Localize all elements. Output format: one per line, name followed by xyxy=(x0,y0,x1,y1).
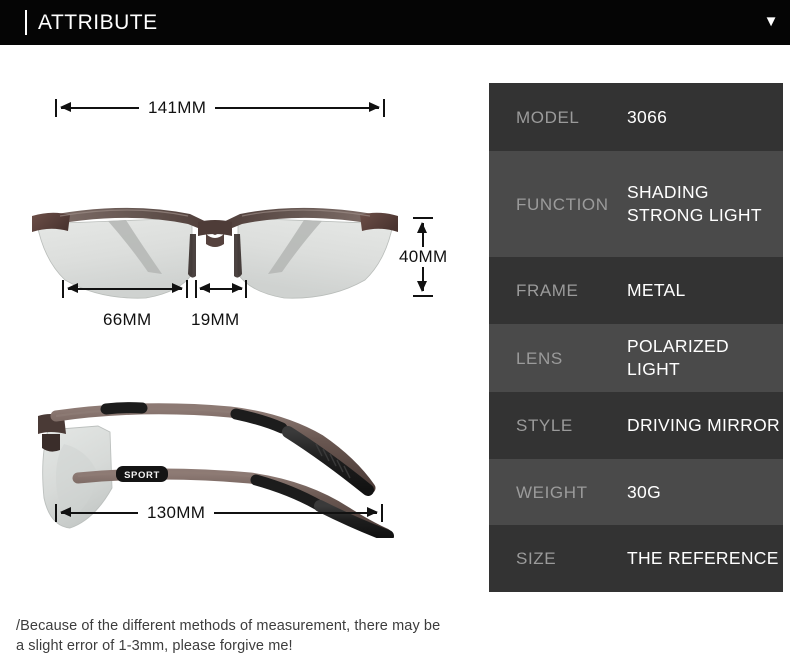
product-image-panel: 141MM 40MM 66MM 19MM SPORT 130MM /Becaus… xyxy=(0,45,490,654)
attribute-label: MODEL xyxy=(516,107,580,127)
dim-line xyxy=(61,107,379,109)
dimension-label-width-total: 141MM xyxy=(139,98,216,118)
attribute-header-bar[interactable]: ATTRIBUTE ▼ xyxy=(0,0,790,45)
dim-cap-left xyxy=(62,280,64,298)
dimension-label-lens-width: 66MM xyxy=(103,310,152,329)
dimension-label-lens-height: 40MM xyxy=(390,247,457,267)
attribute-value: 3066 xyxy=(627,106,668,127)
dim-cap-top xyxy=(413,217,433,219)
dim-line xyxy=(61,512,377,514)
dimension-label-temple-length: 130MM xyxy=(138,503,215,523)
attribute-label: FUNCTION xyxy=(516,194,609,214)
dimension-width-total xyxy=(55,99,385,117)
dim-arrow-left xyxy=(60,507,71,518)
table-row: WEIGHT 30G xyxy=(489,459,783,525)
dim-cap-right xyxy=(245,280,247,298)
dim-line xyxy=(68,288,182,290)
header-accent-bar xyxy=(25,10,27,35)
temple-brand-text: SPORT xyxy=(124,470,160,481)
dim-cap-right xyxy=(383,99,385,117)
dim-cap-left xyxy=(195,280,197,298)
table-row: STYLE DRIVING MIRROR xyxy=(489,392,783,459)
dimension-temple-length xyxy=(55,504,383,522)
dimension-label-bridge-width: 19MM xyxy=(191,310,240,329)
table-row: FRAME METAL xyxy=(489,257,783,324)
dim-arrow-right xyxy=(369,102,380,113)
table-row: LENS POLARIZED LIGHT xyxy=(489,324,783,392)
dim-arrow-right xyxy=(232,283,243,294)
dim-cap-right xyxy=(381,504,383,522)
attribute-label: LENS xyxy=(516,348,563,368)
attribute-label: FRAME xyxy=(516,281,579,300)
attribute-value: SHADING STRONG LIGHT xyxy=(627,182,762,225)
dim-arrow-left xyxy=(67,283,78,294)
attribute-value: DRIVING MIRROR xyxy=(627,415,780,435)
attribute-value: POLARIZED LIGHT xyxy=(627,336,729,379)
dim-cap-bottom xyxy=(413,295,433,297)
attribute-value: THE REFERENCE xyxy=(627,548,779,568)
attribute-label: WEIGHT xyxy=(516,482,588,502)
dim-arrow-left xyxy=(60,102,71,113)
dim-cap-left xyxy=(55,504,57,522)
dim-cap-right xyxy=(186,280,188,298)
attribute-value: 30G xyxy=(627,481,661,502)
attribute-label: SIZE xyxy=(516,549,557,568)
measurement-disclaimer: /Because of the different methods of mea… xyxy=(16,618,441,654)
chevron-down-icon[interactable]: ▼ xyxy=(762,14,780,29)
dim-arrow-down xyxy=(417,281,428,292)
attribute-table: MODEL 3066 FUNCTION SHADING STRONG LIGHT… xyxy=(489,83,783,592)
dim-arrow-up xyxy=(417,222,428,233)
dimension-bridge-width xyxy=(195,280,247,298)
table-row: FUNCTION SHADING STRONG LIGHT xyxy=(489,151,783,257)
dim-arrow-left xyxy=(199,283,210,294)
attribute-label: STYLE xyxy=(516,416,573,435)
dim-arrow-right xyxy=(172,283,183,294)
dimension-lens-width xyxy=(62,280,188,298)
attribute-value: METAL xyxy=(627,280,686,300)
table-row: SIZE THE REFERENCE xyxy=(489,525,783,592)
dim-arrow-right xyxy=(367,507,378,518)
dim-cap-left xyxy=(55,99,57,117)
table-row: MODEL 3066 xyxy=(489,83,783,151)
page-title: ATTRIBUTE xyxy=(38,11,158,34)
